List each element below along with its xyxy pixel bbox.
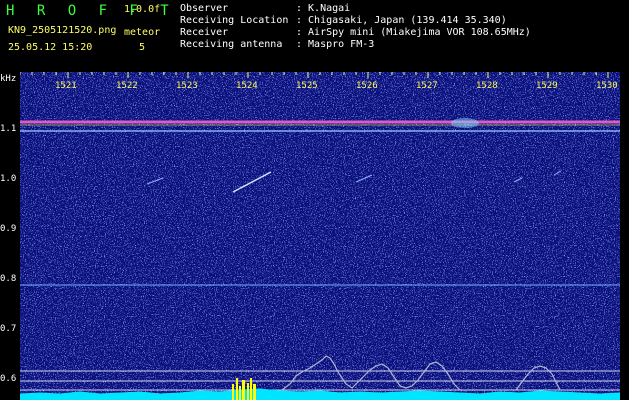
right-frame	[620, 72, 629, 400]
y-tick-label: 1.1	[0, 124, 17, 134]
y-tick-label: 0.9	[0, 224, 17, 234]
y-tick-label: 0.7	[0, 324, 17, 334]
app-version: 1.0.0f	[124, 4, 161, 15]
x-tick-label: 1521	[55, 81, 77, 91]
x-tick-label: 1524	[236, 81, 258, 91]
x-tick-label: 1523	[176, 81, 198, 91]
location-value: : Chigasaki, Japan (139.414 35.340)	[296, 15, 507, 26]
header-panel: H R O F F T 1.0.0f KN9_2505121520.png 25…	[0, 0, 629, 72]
capture-datetime: 25.05.12 15:20	[8, 42, 93, 53]
receiver-value: : AirSpy mini (Miakejima VOR 108.65MHz)	[296, 27, 531, 38]
receiver-label: Receiver	[180, 27, 229, 38]
x-tick-label: 1530	[596, 81, 618, 91]
spectrogram	[20, 72, 620, 400]
spectrogram-plot	[20, 72, 620, 400]
x-tick-label: 1528	[476, 81, 498, 91]
antenna-label: Receiving antenna	[180, 39, 283, 50]
location-label: Receiving Location	[180, 15, 289, 26]
y-axis-unit: kHz	[0, 74, 17, 84]
x-tick-label: 1525	[296, 81, 318, 91]
y-tick-label: 0.8	[0, 274, 17, 284]
observer-value: : K.Nagai	[296, 3, 351, 14]
x-tick-label: 1526	[356, 81, 378, 91]
y-tick-label: 1.0	[0, 174, 17, 184]
meteor-count: 5	[139, 42, 146, 53]
antenna-value: : Maspro FM-3	[296, 39, 375, 50]
x-tick-label: 1527	[416, 81, 438, 91]
meteor-label: meteor	[124, 27, 161, 38]
x-tick-label: 1529	[536, 81, 558, 91]
file-name: KN9_2505121520.png	[8, 25, 117, 36]
carrier-hotspot	[451, 118, 479, 128]
x-tick-label: 1522	[116, 81, 138, 91]
y-tick-label: 0.6	[0, 374, 17, 384]
observer-label: Observer	[180, 3, 229, 14]
